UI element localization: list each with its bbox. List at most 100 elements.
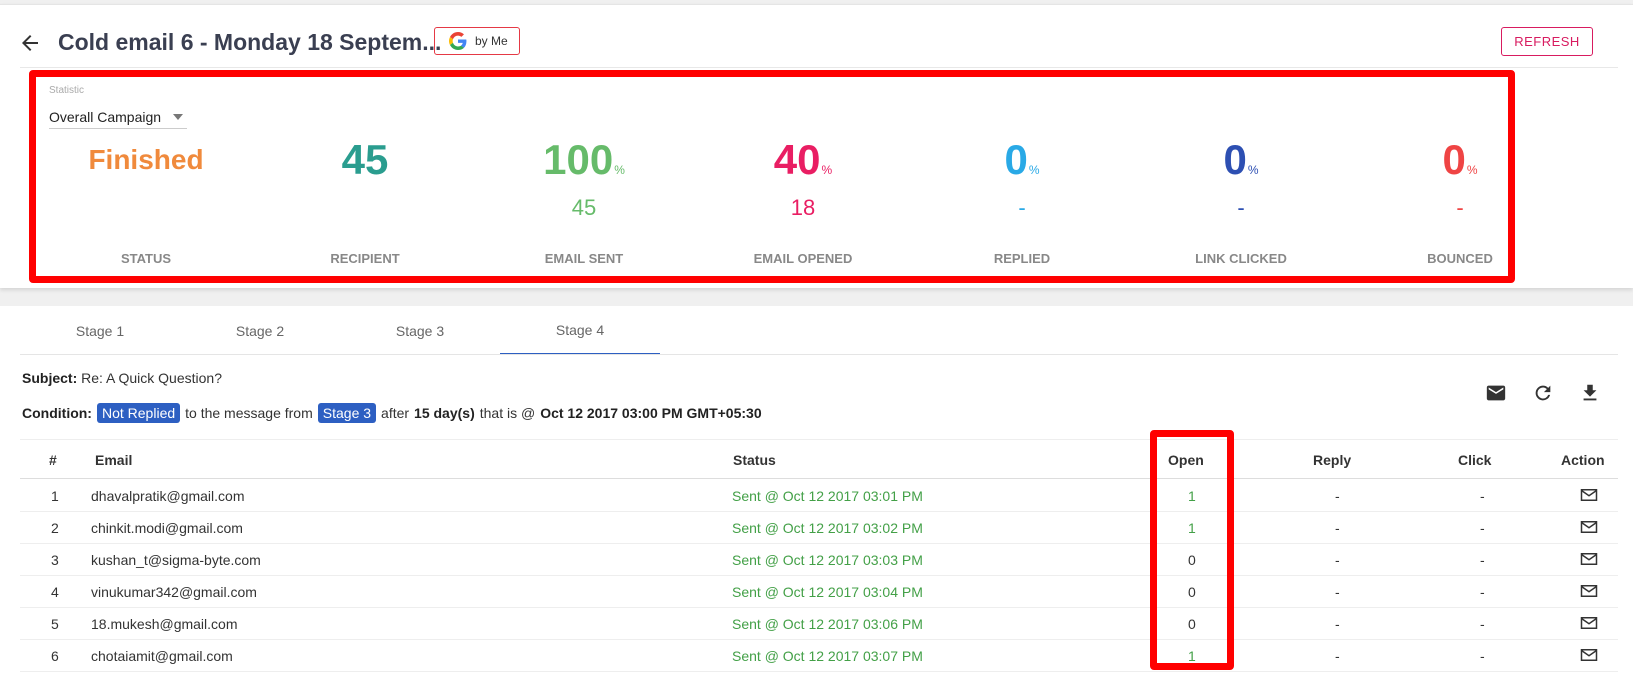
stat-count	[285, 195, 445, 221]
stat-label: LINK CLICKED	[1195, 251, 1287, 266]
col-header-open[interactable]: Open	[1168, 452, 1204, 468]
table-header: # Email Status Open Reply Click Action	[20, 439, 1618, 479]
page-title: Cold email 6 - Monday 18 Septem...	[58, 29, 442, 55]
stat-value: 100%	[504, 135, 664, 185]
row-email: kushan_t@sigma-byte.com	[91, 552, 261, 568]
stage-tabs: Stage 1 Stage 2 Stage 3 Stage 4	[20, 306, 660, 355]
stat-count: -	[1237, 195, 1245, 220]
row-number: 5	[51, 616, 59, 632]
row-email: chinkit.modi@gmail.com	[91, 520, 243, 536]
table-row: 2 chinkit.modi@gmail.com Sent @ Oct 12 201…	[20, 512, 1618, 544]
stat-count: -	[1456, 195, 1464, 220]
row-send-mail-icon[interactable]	[1580, 487, 1598, 503]
row-click: -	[1480, 648, 1485, 664]
table-row: 5 18.mukesh@gmail.com Sent @ Oct 12 2017 0…	[20, 608, 1618, 640]
download-icon[interactable]	[1579, 382, 1601, 404]
condition-text-that-is: that is @	[479, 405, 536, 421]
tab-stage-4[interactable]: Stage 4	[500, 306, 660, 355]
row-open: 1	[1188, 648, 1196, 664]
row-open: 0	[1188, 552, 1196, 568]
stat-percent-sign: %	[1028, 163, 1040, 177]
col-header-click[interactable]: Click	[1458, 452, 1491, 468]
dropdown-caret-icon	[173, 113, 183, 120]
row-status: Sent @ Oct 12 2017 03:07 PM	[732, 648, 923, 664]
row-status: Sent @ Oct 12 2017 03:03 PM	[732, 552, 923, 568]
row-send-mail-icon[interactable]	[1580, 615, 1598, 631]
row-open: 1	[1188, 520, 1196, 536]
stat-email-sent: 100% 45 EMAIL SENT	[504, 135, 664, 266]
col-header-number: #	[49, 452, 57, 468]
table-row: 4 vinukumar342@gmail.com Sent @ Oct 12 201…	[20, 576, 1618, 608]
stat-label: BOUNCED	[1427, 251, 1493, 266]
stat-count: -	[1018, 195, 1026, 220]
stat-label: EMAIL OPENED	[753, 251, 853, 266]
row-send-mail-icon[interactable]	[1580, 583, 1598, 599]
condition-days: 15 day(s)	[414, 405, 475, 421]
row-open: 1	[1188, 488, 1196, 504]
owner-filter-button[interactable]: by Me	[434, 27, 520, 55]
stat-percent-sign: %	[614, 163, 625, 177]
back-arrow-icon[interactable]	[18, 31, 42, 55]
row-send-mail-icon[interactable]	[1580, 647, 1598, 663]
table-row: 3 kushan_t@sigma-byte.com Sent @ Oct 12 20…	[20, 544, 1618, 576]
mail-icon[interactable]	[1485, 382, 1507, 404]
stat-email-opened: 40% 18 EMAIL OPENED	[723, 135, 883, 266]
row-email: 18.mukesh@gmail.com	[91, 616, 238, 632]
row-open: 0	[1188, 616, 1196, 632]
row-send-mail-icon[interactable]	[1580, 519, 1598, 535]
condition-text: to the message from	[185, 405, 313, 421]
stat-value-number: 40	[773, 136, 821, 183]
condition-chip-not-replied: Not Replied	[96, 403, 181, 423]
row-status: Sent @ Oct 12 2017 03:01 PM	[732, 488, 923, 504]
header-divider	[20, 67, 1618, 68]
row-number: 3	[51, 552, 59, 568]
stat-label: REPLIED	[993, 251, 1051, 266]
row-open: 0	[1188, 584, 1196, 600]
stat-link-clicked: 0% - LINK CLICKED	[1161, 135, 1321, 266]
tab-stage-3[interactable]: Stage 3	[340, 306, 500, 355]
col-header-reply[interactable]: Reply	[1313, 452, 1351, 468]
statistic-select-value: Overall Campaign	[49, 108, 162, 125]
stat-count: 18	[790, 195, 816, 220]
stat-value-number: Finished	[88, 144, 204, 175]
col-header-status[interactable]: Status	[733, 452, 776, 468]
refresh-button[interactable]: REFRESH	[1501, 27, 1593, 56]
stat-value: Finished	[66, 135, 226, 185]
stat-label: EMAIL SENT	[544, 251, 624, 266]
table-row: 1 dhavalpratik@gmail.com Sent @ Oct 12 201…	[20, 480, 1618, 512]
subject-value: Re: A Quick Question?	[81, 370, 222, 386]
stat-replied: 0% - REPLIED	[942, 135, 1102, 266]
condition-label: Condition:	[22, 405, 92, 421]
row-reply: -	[1335, 520, 1340, 536]
row-send-mail-icon[interactable]	[1580, 551, 1598, 567]
tab-stage-2[interactable]: Stage 2	[180, 306, 340, 355]
stat-count	[66, 195, 226, 221]
stat-percent-sign: %	[1247, 163, 1259, 177]
row-reply: -	[1335, 616, 1340, 632]
condition-line: Condition: Not Replied to the message fr…	[22, 403, 762, 423]
stat-value-number: 45	[341, 136, 389, 183]
refresh-icon[interactable]	[1532, 382, 1554, 404]
stat-status: Finished STATUS	[66, 135, 226, 266]
row-click: -	[1480, 552, 1485, 568]
row-reply: -	[1335, 584, 1340, 600]
row-reply: -	[1335, 648, 1340, 664]
subject-label: Subject:	[22, 370, 78, 386]
row-status: Sent @ Oct 12 2017 03:06 PM	[732, 616, 923, 632]
tab-stage-1[interactable]: Stage 1	[20, 306, 180, 355]
col-header-email[interactable]: Email	[95, 452, 132, 468]
row-number: 1	[51, 488, 59, 504]
row-click: -	[1480, 584, 1485, 600]
stat-percent-sign: %	[1466, 163, 1478, 177]
stat-bounced: 0% - BOUNCED	[1380, 135, 1540, 266]
row-number: 2	[51, 520, 59, 536]
stat-label: RECIPIENT	[330, 251, 400, 266]
stat-value-number: 0	[1223, 136, 1247, 183]
table-row: 6 chotaiamit@gmail.com Sent @ Oct 12 2017 …	[20, 640, 1618, 672]
statistic-label: Statistic	[49, 85, 85, 96]
row-click: -	[1480, 616, 1485, 632]
app-root: Cold email 6 - Monday 18 Septem... by Me…	[0, 0, 1633, 674]
stat-recipient: 45 RECIPIENT	[285, 135, 445, 266]
subject-line: Subject: Re: A Quick Question?	[22, 370, 222, 386]
statistic-select[interactable]: Overall Campaign	[49, 105, 187, 129]
